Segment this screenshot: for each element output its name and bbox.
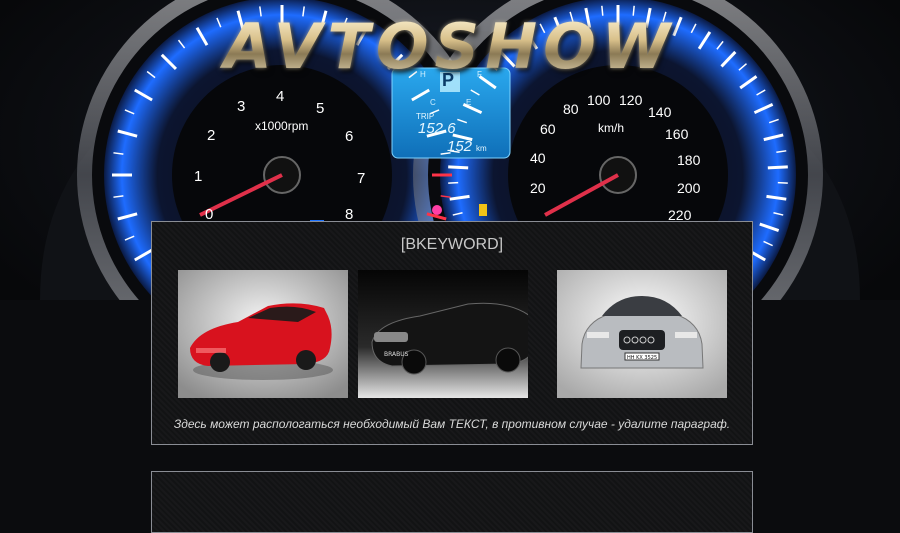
- lcd-temp-c: C: [430, 98, 436, 107]
- license-plate: HH KX 3525: [627, 355, 657, 361]
- lcd-fuel-e: E: [466, 98, 471, 107]
- secondary-panel: [151, 471, 753, 533]
- lcd-trip-value: 152.6: [418, 120, 456, 137]
- tach-tick-5: 5: [316, 100, 324, 117]
- speed-tick-60: 60: [540, 121, 556, 137]
- photo-red-sports-car[interactable]: [178, 270, 348, 398]
- speed-tick-40: 40: [530, 150, 546, 166]
- speed-tick-20: 20: [530, 180, 546, 196]
- lcd-odometer-value: 152: [447, 138, 472, 155]
- photo-black-convertible[interactable]: BRABUS: [358, 270, 528, 398]
- tach-tick-6: 6: [345, 128, 353, 145]
- tach-tick-1: 1: [194, 168, 202, 185]
- speed-tick-120: 120: [619, 92, 642, 108]
- lcd-odometer-unit: km: [476, 144, 487, 153]
- speed-tick-180: 180: [677, 152, 700, 168]
- tach-tick-3: 3: [237, 98, 245, 115]
- speed-unit: km/h: [598, 121, 624, 135]
- speed-tick-160: 160: [665, 126, 688, 142]
- panel-title: [BKEYWORD]: [152, 236, 752, 254]
- tach-tick-4: 4: [276, 88, 284, 105]
- speed-tick-200: 200: [677, 180, 700, 196]
- main-panel: [BKEYWORD] B: [151, 221, 753, 445]
- tach-unit: x1000rpm: [255, 119, 308, 133]
- speed-tick-100: 100: [587, 92, 610, 108]
- photo-silver-coupe[interactable]: HH KX 3525: [557, 270, 727, 398]
- tach-tick-7: 7: [357, 170, 365, 187]
- brabus-badge: BRABUS: [384, 351, 409, 358]
- speed-tick-140: 140: [648, 104, 671, 120]
- speed-tick-80: 80: [563, 101, 579, 117]
- tach-tick-2: 2: [207, 127, 215, 144]
- site-logo[interactable]: AVTOSHOW: [160, 12, 740, 82]
- panel-paragraph: Здесь может распологаться необходимый Ва…: [152, 417, 752, 431]
